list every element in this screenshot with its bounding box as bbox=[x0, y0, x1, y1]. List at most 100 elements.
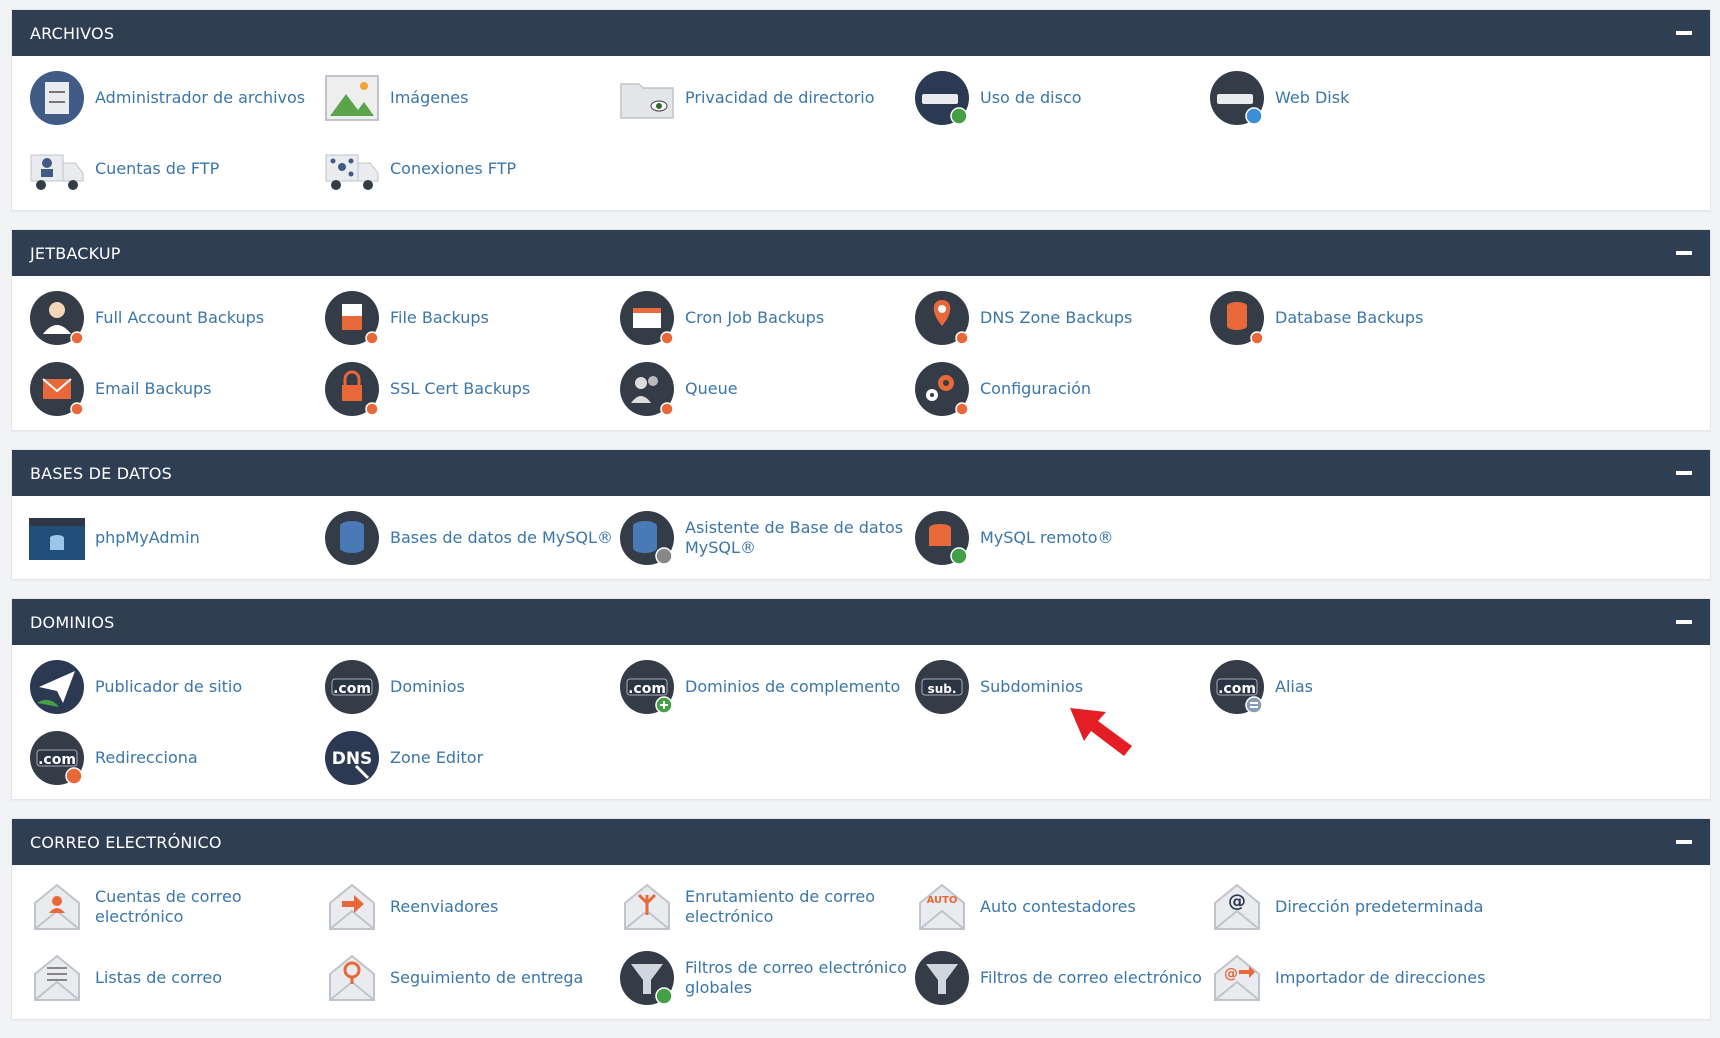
tool-label: Uso de disco bbox=[980, 87, 1082, 107]
tool-label: Filtros de correo electrónico globales bbox=[685, 957, 907, 997]
section-header-bases-de-datos[interactable]: BASES DE DATOS bbox=[12, 450, 1710, 496]
section-header-jetbackup[interactable]: JETBACKUP bbox=[12, 230, 1710, 276]
file-cabinet-icon bbox=[29, 70, 85, 126]
database-wizard-icon bbox=[619, 510, 675, 566]
tool-uso-de-disco[interactable]: Uso de disco bbox=[914, 62, 1209, 133]
tool-subdominios[interactable]: sub. Subdominios bbox=[914, 651, 1209, 722]
tool-filtros-de-correo-electronico[interactable]: Filtros de correo electrónico bbox=[914, 942, 1209, 1013]
tool-ssl-cert-backups[interactable]: SSL Cert Backups bbox=[324, 353, 619, 424]
section-title: JETBACKUP bbox=[30, 243, 121, 263]
tool-row: phpMyAdmin Bases de datos de MySQL® Asiste… bbox=[29, 502, 1710, 573]
tool-configuracion[interactable]: Configuración bbox=[914, 353, 1209, 424]
collapse-minus-icon[interactable] bbox=[1676, 471, 1692, 475]
tool-web-disk[interactable]: Web Disk bbox=[1209, 62, 1504, 133]
email-routing-icon bbox=[619, 879, 675, 935]
tool-label: Dirección predeterminada bbox=[1275, 896, 1484, 916]
svg-text:DNS: DNS bbox=[332, 749, 373, 769]
track-delivery-icon bbox=[324, 950, 380, 1006]
dns-zone-editor-icon: DNS bbox=[324, 730, 380, 786]
collapse-minus-icon[interactable] bbox=[1676, 620, 1692, 624]
tool-label: Dominios de complemento bbox=[685, 676, 901, 696]
dns-pin-backup-icon bbox=[914, 290, 970, 346]
tool-reenviadores[interactable]: Reenviadores bbox=[324, 871, 619, 942]
tool-label: Cuentas de FTP bbox=[95, 158, 220, 178]
tool-administrador-de-archivos[interactable]: Administrador de archivos bbox=[29, 62, 324, 133]
tool-row: Administrador de archivos Imágenes Privaci… bbox=[29, 62, 1710, 133]
tool-row: Email Backups SSL Cert Backups Queue Config… bbox=[29, 353, 1710, 424]
tool-cuentas-de-correo-electronico[interactable]: Cuentas de correo electrónico bbox=[29, 871, 324, 942]
folder-eye-icon bbox=[619, 70, 675, 126]
tool-phpmyadmin[interactable]: phpMyAdmin bbox=[29, 502, 324, 573]
tool-dominios[interactable]: .com Dominios bbox=[324, 651, 619, 722]
tool-row: Cuentas de correo electrónico Reenviadore… bbox=[29, 871, 1710, 942]
tool-label: DNS Zone Backups bbox=[980, 307, 1133, 327]
tool-label: Privacidad de directorio bbox=[685, 87, 875, 107]
tool-label: File Backups bbox=[390, 307, 489, 327]
section-body: Full Account Backups File Backups Cron Job… bbox=[12, 276, 1710, 430]
svg-text:@: @ bbox=[1224, 966, 1238, 982]
section-header-dominios[interactable]: DOMINIOS bbox=[12, 599, 1710, 645]
phpmyadmin-icon bbox=[29, 510, 85, 566]
mailing-lists-icon bbox=[29, 950, 85, 1006]
tool-cron-job-backups[interactable]: Cron Job Backups bbox=[619, 282, 914, 353]
tool-label: Queue bbox=[685, 378, 738, 398]
tool-label: Conexiones FTP bbox=[390, 158, 517, 178]
queue-users-icon bbox=[619, 361, 675, 417]
red-pointer-arrow-icon bbox=[1070, 708, 1132, 756]
section-title: CORREO ELECTRÓNICO bbox=[30, 832, 222, 852]
disk-usage-icon bbox=[914, 70, 970, 126]
section-dominios: DOMINIOS Publicador de sitio .com Dominios.… bbox=[11, 598, 1711, 800]
section-body: Publicador de sitio .com Dominios .com Domin… bbox=[12, 645, 1710, 799]
address-importer-icon: @ bbox=[1209, 950, 1265, 1006]
section-header-archivos[interactable]: ARCHIVOS bbox=[12, 10, 1710, 56]
tool-auto-contestadores[interactable]: AUTO Auto contestadores bbox=[914, 871, 1209, 942]
user-backup-icon bbox=[29, 290, 85, 346]
tool-label: Auto contestadores bbox=[980, 896, 1136, 916]
tool-imagenes[interactable]: Imágenes bbox=[324, 62, 619, 133]
tool-alias[interactable]: .com Alias bbox=[1209, 651, 1504, 722]
tool-label: Cuentas de correo electrónico bbox=[95, 886, 242, 926]
tool-importador-de-direcciones[interactable]: @ Importador de direcciones bbox=[1209, 942, 1504, 1013]
tool-mysql-remoto[interactable]: MySQL remoto® bbox=[914, 502, 1209, 573]
collapse-minus-icon[interactable] bbox=[1676, 840, 1692, 844]
section-header-correo[interactable]: CORREO ELECTRÓNICO bbox=[12, 819, 1710, 865]
tool-queue[interactable]: Queue bbox=[619, 353, 914, 424]
tool-seguimiento-de-entrega[interactable]: Seguimiento de entrega bbox=[324, 942, 619, 1013]
tool-full-account-backups[interactable]: Full Account Backups bbox=[29, 282, 324, 353]
tool-label: Filtros de correo electrónico bbox=[980, 967, 1202, 987]
tool-enrutamiento-de-correo-electronico[interactable]: Enrutamiento de correo electrónico bbox=[619, 871, 914, 942]
tool-direccion-predeterminada[interactable]: @ Dirección predeterminada bbox=[1209, 871, 1504, 942]
svg-text:@: @ bbox=[1228, 891, 1246, 912]
addon-domains-icon: .com bbox=[619, 659, 675, 715]
tool-asistente-de-base-de-datos-mysql[interactable]: Asistente de Base de datos MySQL® bbox=[619, 502, 914, 573]
tool-label: Reenviadores bbox=[390, 896, 499, 916]
tool-label: Bases de datos de MySQL® bbox=[390, 527, 613, 547]
forwarders-icon bbox=[324, 879, 380, 935]
tool-dns-zone-backups[interactable]: DNS Zone Backups bbox=[914, 282, 1209, 353]
tool-file-backups[interactable]: File Backups bbox=[324, 282, 619, 353]
tool-dominios-de-complemento[interactable]: .com Dominios de complemento bbox=[619, 651, 914, 722]
tool-database-backups[interactable]: Database Backups bbox=[1209, 282, 1504, 353]
collapse-minus-icon[interactable] bbox=[1676, 31, 1692, 35]
tool-bases-de-datos-de-mysql[interactable]: Bases de datos de MySQL® bbox=[324, 502, 619, 573]
svg-text:.com: .com bbox=[333, 681, 371, 697]
tool-privacidad-de-directorio[interactable]: Privacidad de directorio bbox=[619, 62, 914, 133]
tool-publicador-de-sitio[interactable]: Publicador de sitio bbox=[29, 651, 324, 722]
ftp-accounts-icon bbox=[29, 141, 85, 197]
tool-label: Web Disk bbox=[1275, 87, 1350, 107]
tool-email-backups[interactable]: Email Backups bbox=[29, 353, 324, 424]
tool-listas-de-correo[interactable]: Listas de correo bbox=[29, 942, 324, 1013]
tool-filtros-de-correo-electronico-globales[interactable]: Filtros de correo electrónico globales bbox=[619, 942, 914, 1013]
com-domains-icon: .com bbox=[324, 659, 380, 715]
tool-row: .com Redirecciona DNS Zone Editor bbox=[29, 722, 1710, 793]
collapse-minus-icon[interactable] bbox=[1676, 251, 1692, 255]
tool-redirecciona[interactable]: .com Redirecciona bbox=[29, 722, 324, 793]
tool-zone-editor[interactable]: DNS Zone Editor bbox=[324, 722, 619, 793]
tool-row: Cuentas de FTP Conexiones FTP bbox=[29, 133, 1710, 204]
email-backup-icon bbox=[29, 361, 85, 417]
tool-label: Seguimiento de entrega bbox=[390, 967, 584, 987]
tool-cuentas-de-ftp[interactable]: Cuentas de FTP bbox=[29, 133, 324, 204]
cpanel-tools-list: ARCHIVOS Administrador de archivos Imágene… bbox=[11, 9, 1711, 1038]
tool-conexiones-ftp[interactable]: Conexiones FTP bbox=[324, 133, 619, 204]
email-accounts-icon bbox=[29, 879, 85, 935]
